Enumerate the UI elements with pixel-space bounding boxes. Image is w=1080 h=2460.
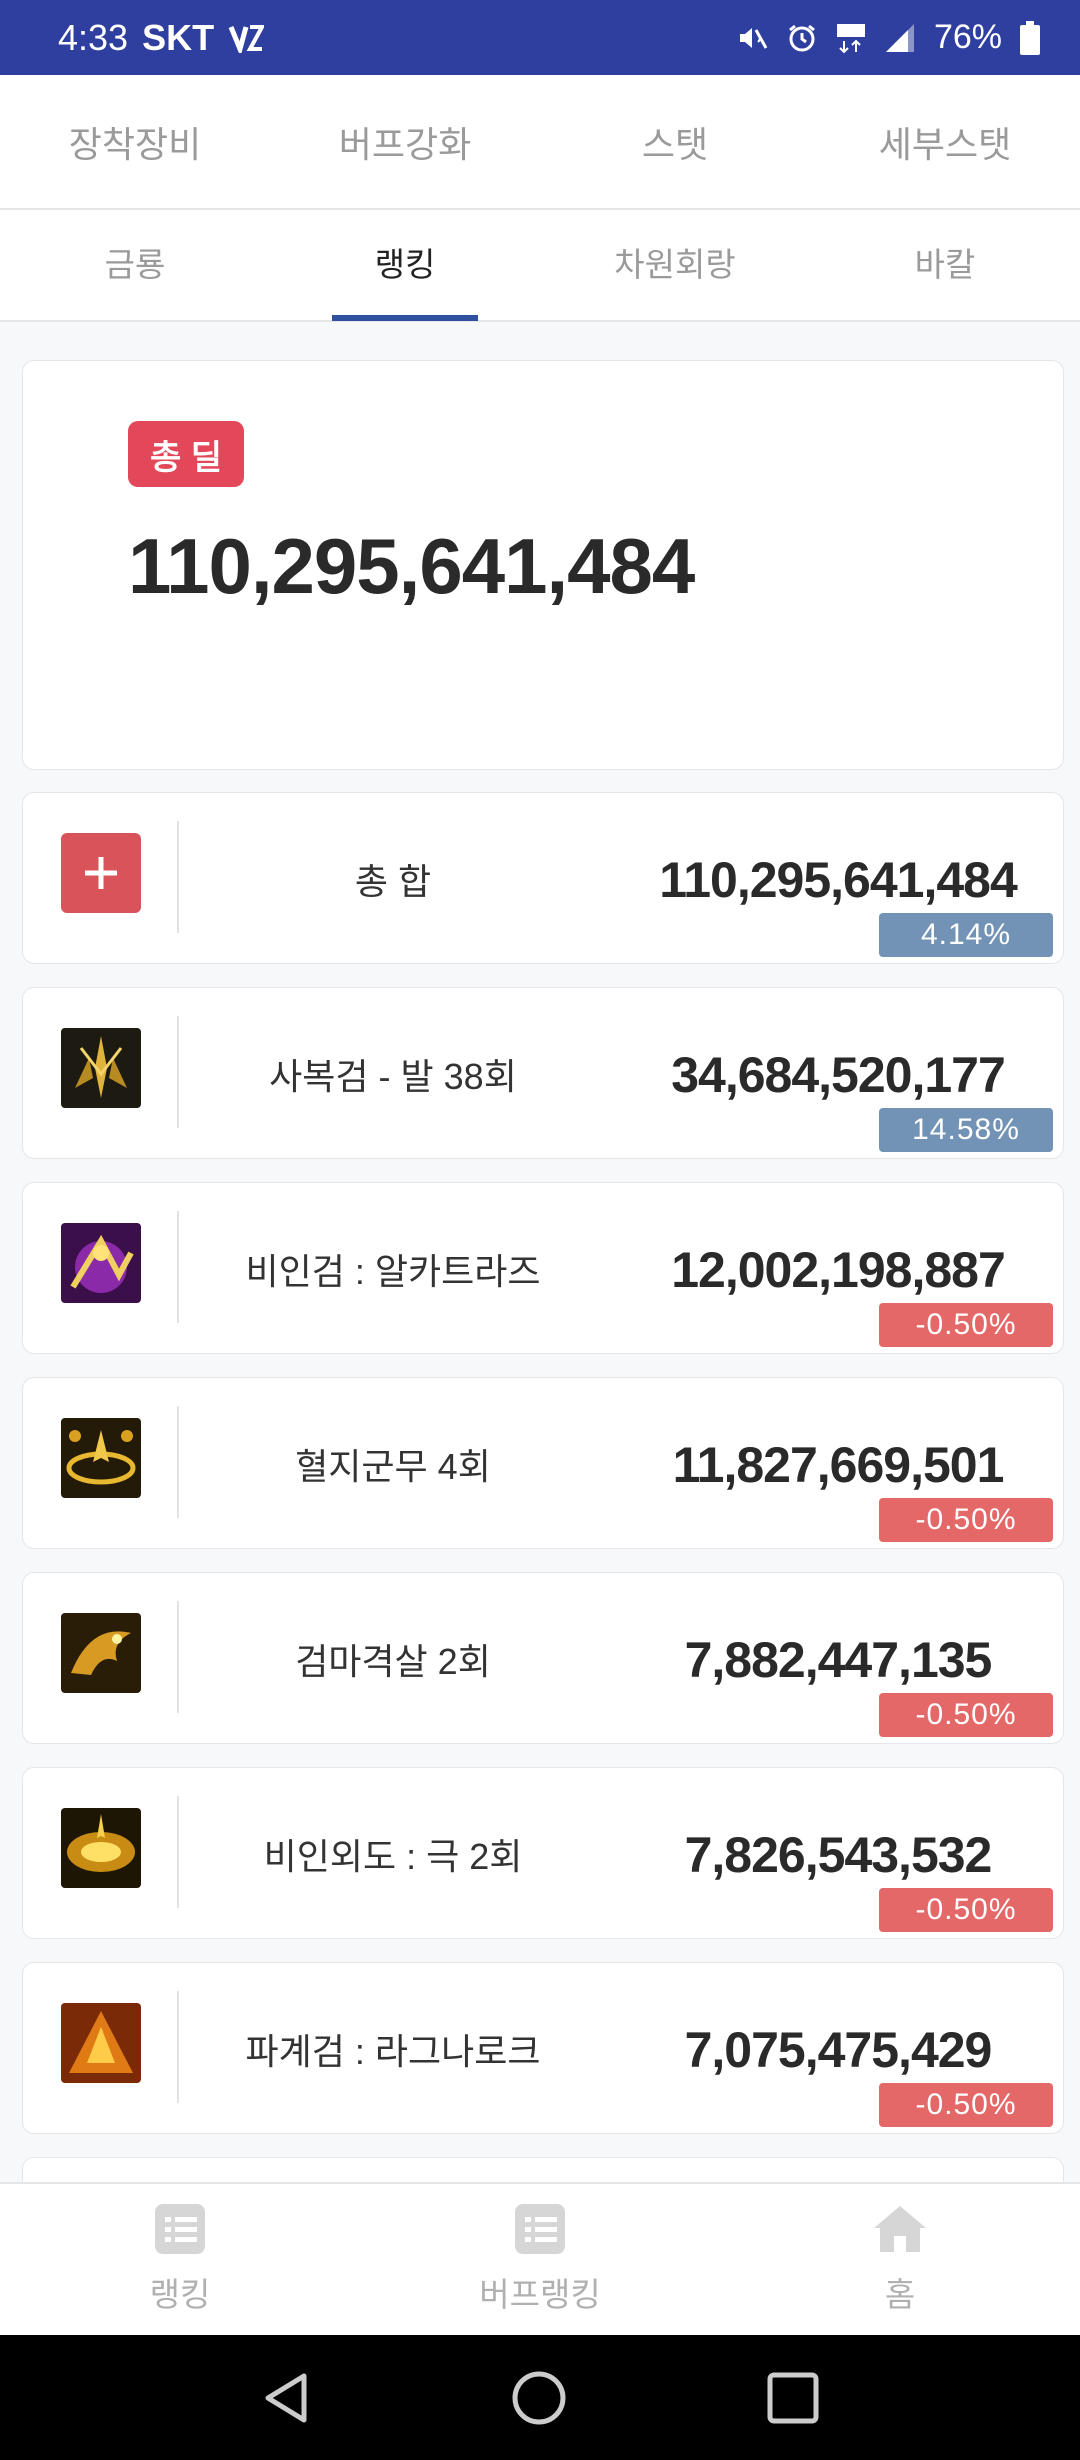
signal-icon — [885, 23, 914, 52]
row-divider — [177, 1991, 179, 2103]
skill-damage: 11,827,669,501 — [672, 1437, 1005, 1493]
tab-bakal[interactable]: 바칼 — [810, 209, 1080, 321]
nav-label: 홈 — [884, 2275, 916, 2313]
row-divider — [177, 821, 179, 933]
ranking-row[interactable]: 비인외도 : 극 2회 7,826,543,532 -0.50% — [22, 1767, 1064, 1939]
tab-dimension-corridor[interactable]: 차원회랑 — [540, 209, 810, 321]
percent-badge: 4.14% — [879, 913, 1053, 957]
recents-icon[interactable] — [766, 2371, 820, 2425]
nav-ranking[interactable]: 랭킹 — [0, 2184, 360, 2335]
tab-buff-enhance[interactable]: 버프강화 — [270, 116, 540, 168]
list-icon — [515, 2203, 565, 2254]
total-damage-card: 총 딜 110,295,641,484 — [22, 360, 1064, 770]
row-divider — [177, 1211, 179, 1323]
app-screen: 4:33 SKT 76% 장착장비 버프강화 스탯 세부스탯 금룡 랭킹 차원회… — [0, 0, 1080, 2460]
skill-name: 사복검 - 발 38회 — [269, 1056, 517, 1097]
ranking-row[interactable]: 사복검 - 발 38회 34,684,520,177 14.58% — [22, 987, 1064, 1159]
percent-badge: -0.50% — [879, 1888, 1053, 1932]
row-divider — [177, 1601, 179, 1713]
carrier-logo-icon — [228, 24, 265, 53]
home-icon — [874, 2205, 926, 2252]
battery-icon — [1020, 20, 1040, 55]
tab-equipment[interactable]: 장착장비 — [0, 116, 270, 168]
plus-icon — [85, 857, 117, 889]
skill-icon-biinoedo — [61, 1808, 141, 1888]
primary-tab-bar: 장착장비 버프강화 스탯 세부스탯 — [0, 75, 1080, 210]
row-divider — [177, 1016, 179, 1128]
system-nav-bar — [0, 2335, 1080, 2460]
tab-ranking[interactable]: 랭킹 — [270, 209, 540, 321]
battery-percent: 76% — [933, 18, 1002, 56]
skill-icon-geommagyeoksal — [61, 1613, 141, 1693]
status-right: 76% — [736, 18, 1040, 57]
tab-stats[interactable]: 스탯 — [540, 116, 810, 168]
percent-badge: -0.50% — [879, 2083, 1053, 2127]
status-bar: 4:33 SKT 76% — [0, 0, 1080, 75]
nav-label: 버프랭킹 — [479, 2275, 601, 2313]
ranking-row-total[interactable]: 총 합 110,295,641,484 4.14% — [22, 792, 1064, 964]
status-left: 4:33 SKT — [58, 16, 265, 59]
skill-damage: 7,882,447,135 — [684, 1632, 993, 1688]
skill-name: 비인외도 : 극 2회 — [263, 1836, 523, 1877]
skill-damage: 7,075,475,429 — [684, 2022, 993, 2078]
skill-name: 비인검 : 알카트라즈 — [245, 1251, 541, 1292]
percent-badge: -0.50% — [879, 1498, 1053, 1542]
ranking-row[interactable]: 검마격살 2회 7,882,447,135 -0.50% — [22, 1572, 1064, 1744]
mute-icon — [739, 27, 768, 49]
back-icon[interactable] — [260, 2370, 312, 2426]
row-divider — [177, 1796, 179, 1908]
row-divider — [177, 1406, 179, 1518]
ranking-row[interactable]: 비인검 : 알카트라즈 12,002,198,887 -0.50% — [22, 1182, 1064, 1354]
tab-detailed-stats[interactable]: 세부스탯 — [810, 116, 1080, 168]
skill-damage: 12,002,198,887 — [671, 1242, 1006, 1298]
skill-damage: 110,295,641,484 — [659, 852, 1018, 908]
list-icon — [155, 2203, 205, 2254]
skill-name: 검마격살 2회 — [295, 1641, 491, 1682]
nav-home[interactable]: 홈 — [720, 2184, 1080, 2335]
alarm-icon — [789, 24, 815, 51]
skill-name: 총 합 — [354, 861, 432, 902]
total-damage-badge: 총 딜 — [128, 421, 244, 487]
percent-badge: -0.50% — [879, 1693, 1053, 1737]
skill-icon-ragnarok — [61, 2003, 141, 2083]
skill-icon-hyeoljigunmu — [61, 1418, 141, 1498]
skill-icon-alcatraz — [61, 1223, 141, 1303]
percent-badge: -0.50% — [879, 1303, 1053, 1347]
total-damage-value: 110,295,641,484 — [128, 522, 695, 610]
skill-damage: 34,684,520,177 — [671, 1047, 1006, 1103]
bottom-nav: 랭킹 버프랭킹 홈 — [0, 2182, 1080, 2335]
secondary-tab-bar: 금룡 랭킹 차원회랑 바칼 — [0, 210, 1080, 322]
status-time: 4:33 — [58, 16, 129, 58]
nav-buff-ranking[interactable]: 버프랭킹 — [360, 2184, 720, 2335]
percent-badge: 14.58% — [879, 1108, 1053, 1152]
lte-icon — [836, 23, 865, 53]
plus-button[interactable] — [61, 833, 141, 913]
nav-label: 랭킹 — [149, 2275, 211, 2313]
skill-name: 혈지군무 4회 — [295, 1446, 491, 1487]
status-carrier: SKT — [142, 16, 215, 58]
ranking-row[interactable]: 파계검 : 라그나로크 7,075,475,429 -0.50% — [22, 1962, 1064, 2134]
skill-damage: 7,826,543,532 — [684, 1827, 993, 1883]
skill-name: 파계검 : 라그나로크 — [245, 2031, 541, 2072]
ranking-row[interactable]: 혈지군무 4회 11,827,669,501 -0.50% — [22, 1377, 1064, 1549]
tab-geumryong[interactable]: 금룡 — [0, 209, 270, 321]
home-circle-icon[interactable] — [511, 2370, 567, 2426]
skill-icon-sabokgeom — [61, 1028, 141, 1108]
